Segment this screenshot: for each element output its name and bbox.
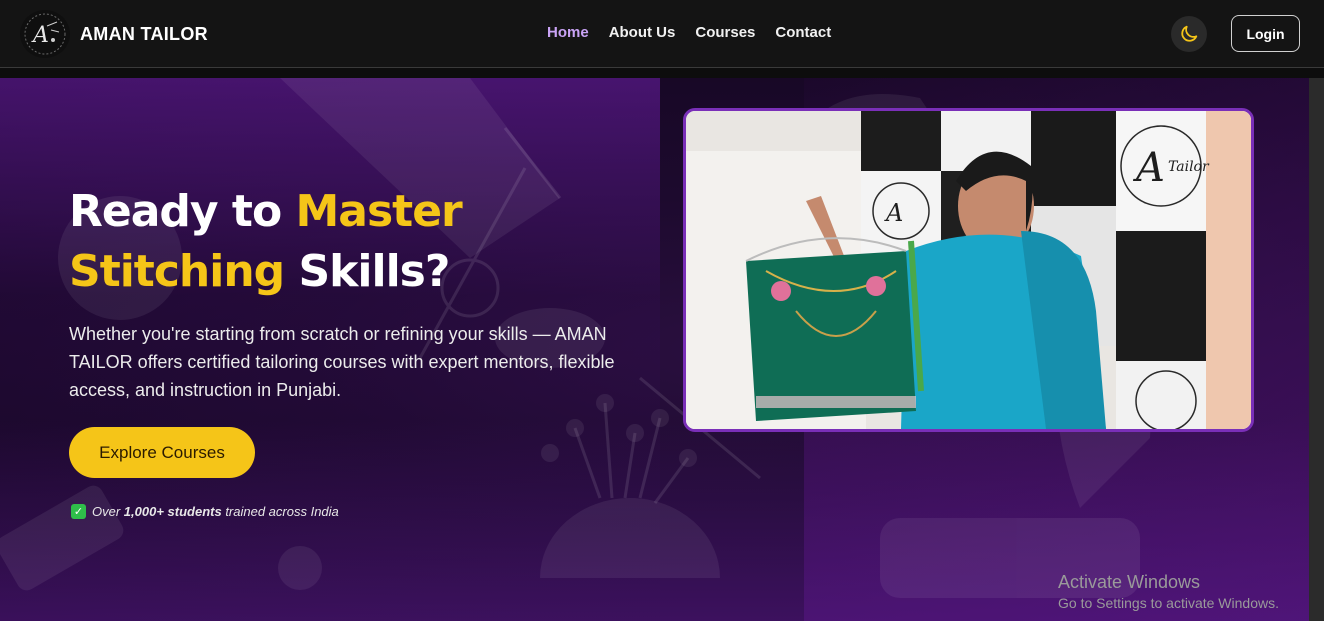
brand[interactable]: A AMAN TAILOR xyxy=(20,10,208,58)
svg-text:A: A xyxy=(1132,145,1165,191)
activation-title: Activate Windows xyxy=(1058,572,1201,592)
theme-toggle-button[interactable] xyxy=(1171,16,1207,52)
nav-link-about[interactable]: About Us xyxy=(609,24,676,41)
stat-text: Over 1,000+ students trained across Indi… xyxy=(92,504,339,519)
hero-title: Ready to Master Stitching Skills? xyxy=(69,182,589,302)
main-nav: Home About Us Courses Contact xyxy=(547,24,831,41)
hero-instructor-photo: A Tailor A xyxy=(683,108,1254,432)
login-button[interactable]: Login xyxy=(1231,15,1300,52)
stat-prefix: Over xyxy=(92,504,124,519)
hero-description: Whether you're starting from scratch or … xyxy=(69,324,615,400)
page-scrollbar[interactable] xyxy=(1309,78,1324,621)
stat-suffix: trained across India xyxy=(221,504,339,519)
activation-subtitle: Go to Settings to activate Windows. xyxy=(1058,595,1279,611)
brand-name: AMAN TAILOR xyxy=(80,23,208,44)
explore-courses-button[interactable]: Explore Courses xyxy=(69,427,255,478)
nav-link-courses[interactable]: Courses xyxy=(695,24,755,41)
svg-text:A: A xyxy=(884,199,903,227)
stat-highlight: 1,000+ students xyxy=(123,504,222,519)
svg-text:A: A xyxy=(31,23,49,48)
check-icon: ✓ xyxy=(71,504,86,519)
windows-activation-watermark: Activate Windows Go to Settings to activ… xyxy=(1058,571,1279,612)
nav-link-contact[interactable]: Contact xyxy=(775,24,831,41)
top-navbar: A AMAN TAILOR Home About Us Courses Cont… xyxy=(0,0,1324,68)
hero-title-part1: Ready to xyxy=(69,186,296,237)
sewing-logo-icon: A xyxy=(20,10,70,58)
photo-logo-text: Tailor xyxy=(1168,159,1210,175)
hero-title-part2: Skills? xyxy=(284,246,450,297)
nav-link-home[interactable]: Home xyxy=(547,24,589,41)
moon-icon xyxy=(1181,25,1198,42)
students-stat: ✓ Over 1,000+ students trained across In… xyxy=(71,504,339,519)
